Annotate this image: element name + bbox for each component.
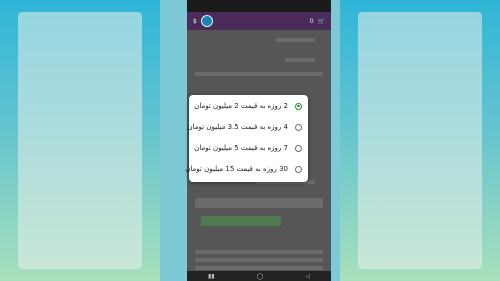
background-left <box>0 0 160 281</box>
radio-unselected-icon[interactable] <box>295 144 302 152</box>
nav-home-icon[interactable]: ◯ <box>257 273 264 280</box>
radio-selected-icon[interactable] <box>295 102 302 110</box>
duration-options-dialog: 2 روزه به قیمت 2 میلیون تومان 4 روزه به … <box>185 95 308 182</box>
nav-back-icon[interactable]: ◁ <box>305 273 310 280</box>
blurred-page-right <box>358 12 482 269</box>
android-nav-bar: ▮▮ ◯ ◁ <box>187 271 331 281</box>
ghost-line <box>195 266 323 270</box>
header-cart: 0 🛒 <box>310 18 325 25</box>
option-4-days[interactable]: 4 روزه به قیمت 3.5 میلیون تومان <box>187 118 308 136</box>
option-label: 30 روزه به قیمت 15 میلیون تومان <box>185 165 288 173</box>
cart-count: 0 <box>309 17 314 25</box>
currency-icon[interactable]: $ <box>193 18 197 25</box>
option-label: 2 روزه به قیمت 2 میلیون تومان <box>194 102 288 110</box>
option-2-days[interactable]: 2 روزه به قیمت 2 میلیون تومان <box>189 97 308 115</box>
status-bar <box>187 0 331 12</box>
radio-unselected-icon[interactable] <box>295 165 302 173</box>
app-header: $ 0 🛒 <box>187 12 331 30</box>
option-7-days[interactable]: 7 روزه به قیمت 5 میلیون تومان <box>189 139 308 157</box>
logo[interactable] <box>200 15 213 27</box>
ghost-line <box>195 72 323 76</box>
ghost-line <box>195 250 323 254</box>
blurred-page-left <box>18 12 142 269</box>
option-label: 7 روزه به قیمت 5 میلیون تومان <box>194 144 288 152</box>
radio-unselected-icon[interactable] <box>295 123 302 131</box>
option-label: 4 روزه به قیمت 3.5 میلیون تومان <box>187 123 289 131</box>
cart-icon[interactable]: 🛒 <box>318 18 325 25</box>
ghost-line <box>285 58 315 62</box>
ghost-line <box>275 38 315 42</box>
nav-recents-icon[interactable]: ▮▮ <box>208 273 215 280</box>
ghost-select <box>195 198 323 208</box>
option-30-days[interactable]: 30 روزه به قیمت 15 میلیون تومان <box>185 160 308 178</box>
background-right <box>340 0 500 281</box>
ghost-button <box>201 216 281 226</box>
ghost-line <box>195 258 323 262</box>
header-actions: $ <box>193 15 213 27</box>
